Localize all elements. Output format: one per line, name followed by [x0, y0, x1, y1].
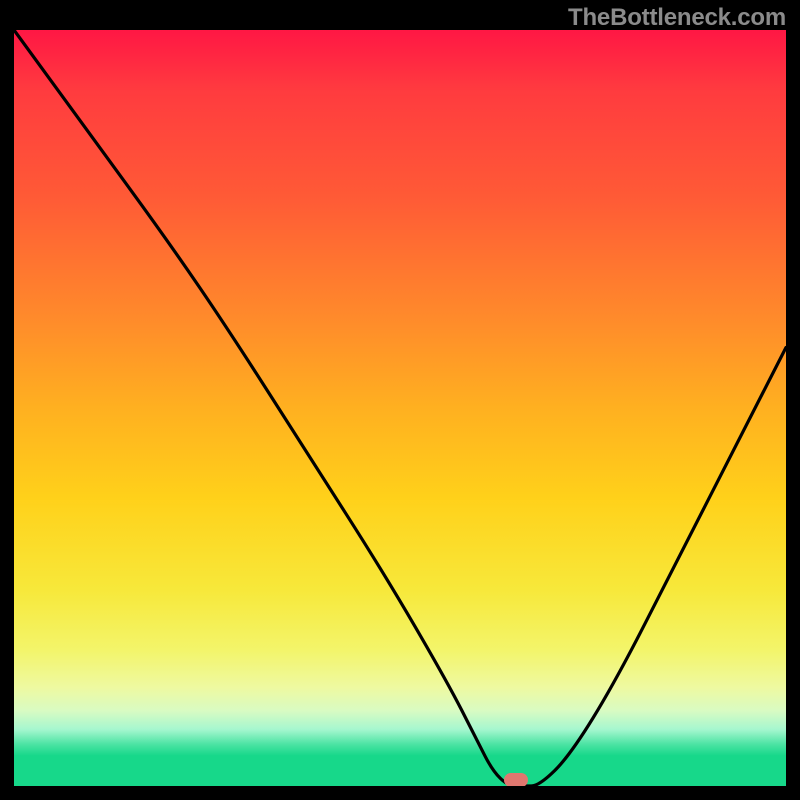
plot-area [14, 30, 786, 786]
bottleneck-curve-svg [14, 30, 786, 786]
bottleneck-curve-path [14, 30, 786, 786]
chart-container: TheBottleneck.com [0, 0, 800, 800]
watermark-text: TheBottleneck.com [568, 4, 786, 32]
optimal-point-marker [504, 773, 528, 786]
